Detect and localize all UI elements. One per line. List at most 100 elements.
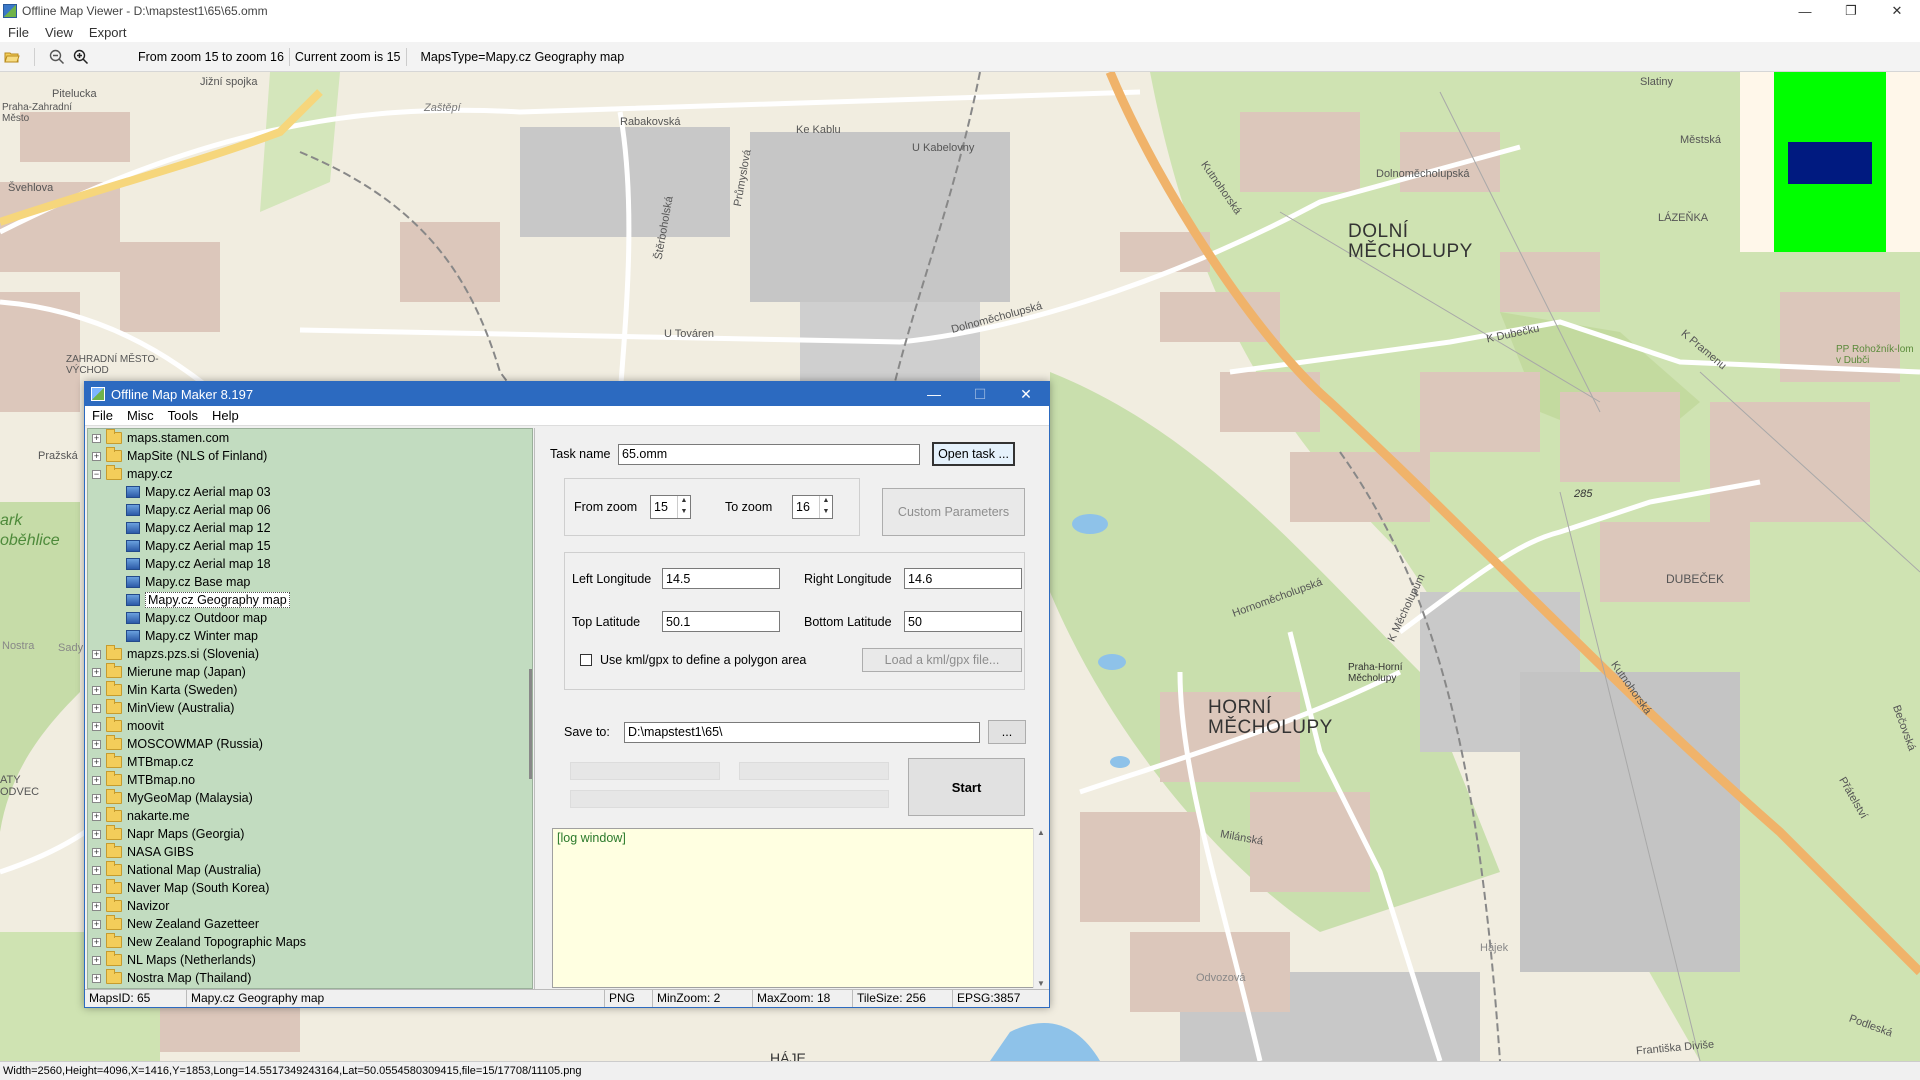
spin-down-icon[interactable]: ▼ [678,507,690,518]
expand-icon[interactable]: + [92,811,101,821]
custom-parameters-button[interactable]: Custom Parameters [882,488,1025,536]
menu-export[interactable]: Export [81,25,135,40]
right-longitude-input[interactable] [904,568,1022,589]
tree-map-node[interactable]: Mapy.cz Geography map [88,591,532,609]
expand-icon[interactable]: + [92,649,101,659]
tree-scrollbar[interactable] [529,669,532,779]
scroll-up-icon[interactable]: ▲ [1037,828,1045,837]
tree-folder-node[interactable]: + MyGeoMap (Malaysia) [88,789,532,807]
tree-folder-node[interactable]: + MapSite (NLS of Finland) [88,447,532,465]
tree-folder-node[interactable]: + MinView (Australia) [88,699,532,717]
tree-folder-node[interactable]: + maps.stamen.com [88,429,532,447]
spin-down-icon[interactable]: ▼ [820,507,832,518]
spin-up-icon[interactable]: ▲ [678,496,690,507]
menu-help[interactable]: Help [205,408,246,423]
spin-arrows[interactable]: ▲ ▼ [677,496,690,518]
tree-folder-node[interactable]: + mapzs.pzs.si (Slovenia) [88,645,532,663]
expand-icon[interactable]: + [92,901,101,911]
expand-icon[interactable]: + [92,685,101,695]
tree-folder-node[interactable]: − mapy.cz [88,465,532,483]
close-icon[interactable]: ✕ [1874,0,1920,22]
spin-up-icon[interactable]: ▲ [820,496,832,507]
collapse-icon[interactable]: − [92,469,101,479]
to-zoom-spinner[interactable]: 16 ▲ ▼ [792,495,833,519]
tree-map-node[interactable]: Mapy.cz Outdoor map [88,609,532,627]
expand-icon[interactable]: + [92,919,101,929]
from-zoom-spinner[interactable]: 15 ▲ ▼ [650,495,691,519]
tree-folder-node[interactable]: + New Zealand Gazetteer [88,915,532,933]
kml-checkbox[interactable] [580,654,592,666]
menu-misc[interactable]: Misc [120,408,161,423]
tree-folder-node[interactable]: + NASA GIBS [88,843,532,861]
left-longitude-input[interactable] [662,568,780,589]
tree-folder-node[interactable]: + New Zealand Topographic Maps [88,933,532,951]
to-zoom-value[interactable]: 16 [793,496,819,518]
overview-minimap[interactable] [1740,72,1920,252]
save-to-input[interactable] [624,721,980,743]
expand-icon[interactable]: + [92,847,101,857]
tree-map-node[interactable]: Mapy.cz Winter map [88,627,532,645]
expand-icon[interactable]: + [92,757,101,767]
start-button[interactable]: Start [908,758,1025,816]
restore-icon[interactable]: ❐ [1828,0,1874,22]
bottom-latitude-input[interactable] [904,611,1022,632]
menu-tools[interactable]: Tools [161,408,205,423]
expand-icon[interactable]: + [92,955,101,965]
expand-icon[interactable]: + [92,721,101,731]
tree-map-node[interactable]: Mapy.cz Aerial map 18 [88,555,532,573]
menu-file[interactable]: File [85,408,120,423]
expand-icon[interactable]: + [92,433,101,443]
tree-map-node[interactable]: Mapy.cz Aerial map 06 [88,501,532,519]
spin-arrows[interactable]: ▲ ▼ [819,496,832,518]
expand-icon[interactable]: + [92,775,101,785]
expand-icon[interactable]: + [92,883,101,893]
open-task-button[interactable]: Open task ... [932,442,1015,466]
tree-map-node[interactable]: Mapy.cz Base map [88,573,532,591]
load-kml-button[interactable]: Load a kml/gpx file... [862,648,1022,672]
zoom-out-icon[interactable] [49,49,65,65]
tree-map-node[interactable]: Mapy.cz Aerial map 15 [88,537,532,555]
menu-view[interactable]: View [37,25,81,40]
expand-icon[interactable]: + [92,829,101,839]
expand-icon[interactable]: + [92,739,101,749]
minimize-icon[interactable]: — [1782,0,1828,22]
top-latitude-input[interactable] [662,611,780,632]
tree-folder-node[interactable]: + Napr Maps (Georgia) [88,825,532,843]
from-zoom-value[interactable]: 15 [651,496,677,518]
expand-icon[interactable]: + [92,703,101,713]
task-name-input[interactable] [618,443,920,465]
tree-folder-node[interactable]: + MTBmap.cz [88,753,532,771]
maximize-icon[interactable]: ☐ [957,382,1003,406]
tree-folder-node[interactable]: + Navizor [88,897,532,915]
tree-folder-node[interactable]: + nakarte.me [88,807,532,825]
zoom-in-icon[interactable] [73,49,89,65]
scroll-down-icon[interactable]: ▼ [1037,979,1045,988]
minimap-viewport[interactable] [1788,142,1872,184]
log-window[interactable]: [log window] [552,828,1039,988]
tree-map-node[interactable]: Mapy.cz Aerial map 03 [88,483,532,501]
tree-folder-node[interactable]: + National Map (Australia) [88,861,532,879]
tree-folder-node[interactable]: + Naver Map (South Korea) [88,879,532,897]
minimize-icon[interactable]: — [911,382,957,406]
tree-folder-node[interactable]: + MTBmap.no [88,771,532,789]
expand-icon[interactable]: + [92,973,101,983]
tree-folder-node[interactable]: + Min Karta (Sweden) [88,681,532,699]
close-icon[interactable]: ✕ [1003,382,1049,406]
tree-folder-node[interactable]: + moovit [88,717,532,735]
tree-folder-node[interactable]: + Mierune map (Japan) [88,663,532,681]
tree-folder-node[interactable]: + MOSCOWMAP (Russia) [88,735,532,753]
map-source-tree[interactable]: + maps.stamen.com + MapSite (NLS of Finland… [87,428,533,989]
expand-icon[interactable]: + [92,667,101,677]
expand-icon[interactable]: + [92,865,101,875]
dialog-titlebar[interactable]: Offline Map Maker 8.197 — ☐ ✕ [85,382,1049,406]
log-scrollbar[interactable]: ▲ ▼ [1033,828,1049,988]
tree-map-node[interactable]: Mapy.cz Aerial map 12 [88,519,532,537]
tree-folder-node[interactable]: + NL Maps (Netherlands) [88,951,532,969]
tree-folder-node[interactable]: + Nostra Map (Thailand) [88,969,532,987]
expand-icon[interactable]: + [92,451,101,461]
browse-button[interactable]: ... [988,720,1026,744]
menu-file[interactable]: File [0,25,37,40]
expand-icon[interactable]: + [92,793,101,803]
expand-icon[interactable]: + [92,937,101,947]
open-folder-icon[interactable] [4,49,20,65]
